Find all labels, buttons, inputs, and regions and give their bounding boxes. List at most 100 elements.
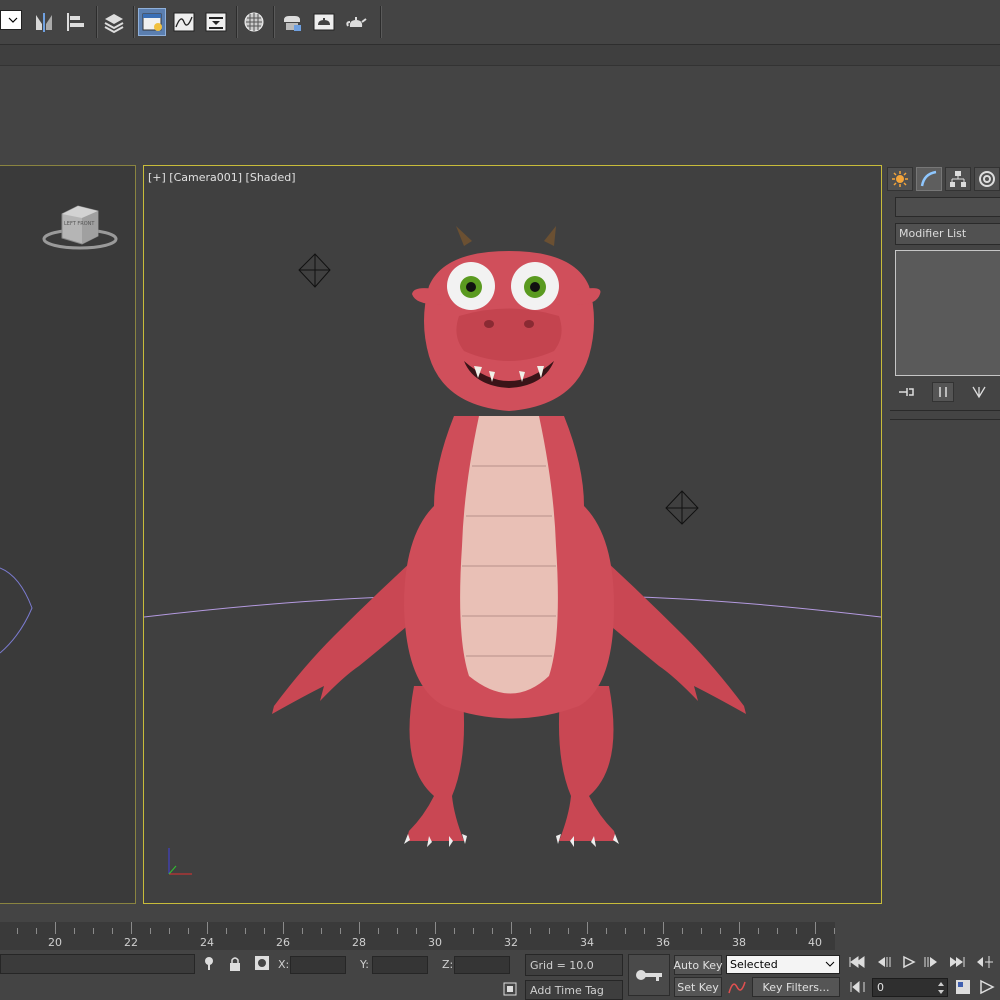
timeline-tick <box>131 922 132 934</box>
tab-hierarchy[interactable] <box>945 167 971 191</box>
timeline-frame-label: 24 <box>200 936 214 949</box>
show-end-result-button[interactable] <box>932 382 954 402</box>
absolute-mode-icon[interactable] <box>254 955 270 974</box>
render-setup-icon <box>284 16 301 31</box>
viewport-scene <box>144 226 881 875</box>
key-filters-button[interactable]: Key Filters... <box>752 977 840 997</box>
tab-modify[interactable] <box>916 167 942 191</box>
divider <box>890 410 1000 411</box>
timeline-tick <box>416 928 417 934</box>
y-label: Y: <box>360 958 369 971</box>
camera-viewport[interactable]: [+] [Camera001] [Shaded] <box>143 165 882 904</box>
timeline-tick <box>226 928 227 934</box>
time-configuration-icon[interactable] <box>955 979 971 998</box>
x-label: X: <box>278 958 290 971</box>
chevron-down-icon <box>825 961 835 967</box>
mirror-icon <box>36 13 52 32</box>
timeline-tick <box>663 922 664 934</box>
axis-tripod-icon <box>168 848 192 875</box>
spinner-icon <box>938 982 944 994</box>
timeline-frame-label: 22 <box>124 936 138 949</box>
material-editor-icon <box>244 12 264 32</box>
tab-create[interactable] <box>887 167 913 191</box>
timeline-tick <box>150 928 151 934</box>
previous-frame-icon[interactable] <box>875 955 893 972</box>
hierarchy-icon <box>950 171 966 187</box>
mirror-button[interactable] <box>30 8 58 36</box>
key-selection-dropdown[interactable]: Selected <box>726 955 840 974</box>
set-key-button[interactable]: Set Key <box>674 977 722 997</box>
timeline-tick <box>796 928 797 934</box>
play-icon[interactable] <box>900 955 918 972</box>
dope-sheet-button[interactable] <box>202 8 230 36</box>
timeline-frame-label: 38 <box>732 936 746 949</box>
y-coordinate-field[interactable] <box>372 956 428 974</box>
timeline-track[interactable]: 20 22 24 26 28 30 32 34 36 38 40 <box>0 922 835 950</box>
curve-editor-small-icon[interactable] <box>728 979 746 998</box>
timeline-tick <box>454 928 455 934</box>
key-mode-toggle-icon[interactable] <box>975 955 995 972</box>
curve-editor-button[interactable] <box>170 8 198 36</box>
auto-key-button[interactable]: Auto Key <box>674 955 723 975</box>
timeline-tick <box>758 928 759 934</box>
viewcube-icon[interactable] <box>42 205 118 250</box>
timeline-tick <box>112 928 113 934</box>
timeline-tick <box>17 928 18 934</box>
timeline-tick <box>473 928 474 934</box>
x-coordinate-field[interactable] <box>290 956 346 974</box>
divider <box>890 419 1000 420</box>
timeline-tick <box>378 928 379 934</box>
time-slider-step-icon[interactable] <box>848 980 866 997</box>
align-icon <box>67 13 84 31</box>
ribbon-panel <box>0 66 1000 164</box>
rendered-frame-button[interactable] <box>310 8 338 36</box>
dope-sheet-icon <box>205 12 227 32</box>
next-frame-icon[interactable] <box>922 955 940 972</box>
omni-light-icon[interactable] <box>298 253 331 288</box>
go-to-start-icon[interactable] <box>848 955 866 972</box>
current-frame-field[interactable]: 0 <box>872 978 948 997</box>
curve-editor-icon <box>173 12 195 32</box>
render-setup-button[interactable] <box>278 8 306 36</box>
playback-options-icon[interactable] <box>978 979 998 998</box>
modifier-stack[interactable] <box>895 250 1000 376</box>
timeline-tick <box>245 928 246 934</box>
viewcube-face-labels: LEFT FRONT <box>64 221 95 227</box>
timeline-frame-label: 30 <box>428 936 442 949</box>
timeline-tick <box>625 928 626 934</box>
tab-motion[interactable] <box>974 167 1000 191</box>
make-unique-button[interactable] <box>968 382 990 402</box>
isolate-selection-icon[interactable] <box>202 956 216 975</box>
selection-filter-dropdown[interactable] <box>0 10 22 30</box>
z-label: Z: <box>442 958 454 971</box>
add-time-tag-field[interactable]: Add Time Tag <box>525 980 623 1000</box>
scene-explorer-button[interactable] <box>138 8 166 36</box>
modifier-list-dropdown[interactable]: Modifier List <box>895 223 1000 245</box>
layer-manager-button[interactable] <box>100 8 128 36</box>
left-viewport[interactable]: LEFT FRONT <box>0 165 136 904</box>
object-name-field[interactable] <box>895 197 1000 217</box>
timeline-tick <box>549 928 550 934</box>
timeline-tick <box>739 922 740 934</box>
left-viewport-canvas <box>0 205 118 654</box>
dragon-model[interactable] <box>272 226 746 847</box>
timeline-tick <box>207 922 208 934</box>
set-key-mode-button[interactable] <box>628 954 670 996</box>
timeline-frame-label: 40 <box>808 936 822 949</box>
render-production-button[interactable] <box>342 8 370 36</box>
timeline-frame-label: 36 <box>656 936 670 949</box>
timeline-tick <box>511 922 512 934</box>
command-panel: Modifier List <box>885 165 1000 904</box>
timeline-tick <box>264 928 265 934</box>
timeline-frame-label: 20 <box>48 936 62 949</box>
material-editor-button[interactable] <box>240 8 268 36</box>
chevron-down-icon <box>8 17 18 23</box>
pin-stack-button[interactable] <box>895 382 917 402</box>
go-to-end-icon[interactable] <box>948 955 966 972</box>
align-button[interactable] <box>62 8 90 36</box>
omni-light-icon[interactable] <box>665 490 699 525</box>
lock-icon[interactable] <box>228 956 242 975</box>
z-coordinate-field[interactable] <box>454 956 510 974</box>
timeline-tick <box>606 928 607 934</box>
time-tag-icon[interactable] <box>503 982 517 999</box>
